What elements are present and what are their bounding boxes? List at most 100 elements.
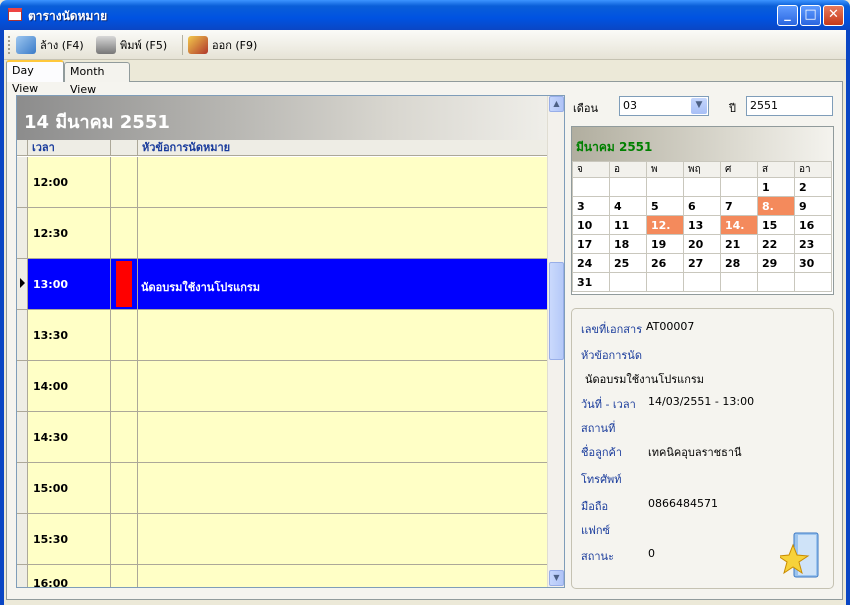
appointment-details: เลขที่เอกสาร AT00007 หัวข้อการนัด นัดอบร… [571,308,834,589]
day-cell[interactable]: 7 [720,196,758,216]
appointment-marker [116,261,132,307]
day-cell[interactable]: 1 [757,177,795,197]
fax-label: แฟกซ์ [581,524,611,537]
time-row-selected[interactable]: 13:00 นัดอบรมใช้งานโปรแกรม [17,259,548,310]
day-cell[interactable]: 21 [720,234,758,254]
year-label: ปี [729,102,736,115]
time-row[interactable]: 13:30 [17,310,548,361]
subject-cell [138,565,548,587]
print-button[interactable]: พิมพ์ (F5) [96,34,167,56]
time-cell: 15:00 [28,463,111,513]
window-title: ตารางนัดหมาย [28,9,108,23]
day-cell[interactable]: 23 [794,234,832,254]
time-row[interactable]: 14:30 [17,412,548,463]
day-cell[interactable]: 22 [757,234,795,254]
day-cell[interactable]: 17 [572,234,610,254]
day-cell[interactable]: 2 [794,177,832,197]
scroll-thumb[interactable] [549,262,564,360]
weekday-label: อา [794,161,832,178]
day-cell[interactable] [609,272,647,292]
marker-column-header[interactable] [111,140,138,156]
day-cell[interactable]: 26 [646,253,684,273]
day-cell[interactable]: 5 [646,196,684,216]
printer-icon [96,36,116,54]
vertical-scrollbar[interactable]: ▲ ▼ [547,96,564,587]
minimize-button[interactable]: _ [777,5,798,26]
time-cell: 13:00 [28,259,111,309]
day-cell-appointment[interactable]: 8. [757,196,795,216]
time-row[interactable]: 12:00 [17,157,548,208]
row-indicator [17,565,28,587]
clear-button[interactable]: ล้าง (F4) [16,34,84,56]
day-cell[interactable]: 30 [794,253,832,273]
row-indicator [17,514,28,564]
maximize-button[interactable]: □ [800,5,821,26]
datetime-value: 14/03/2551 - 13:00 [648,395,755,408]
tab-month-view[interactable]: Month View [64,62,130,96]
day-cell[interactable]: 19 [646,234,684,254]
day-cell[interactable]: 3 [572,196,610,216]
chevron-down-icon[interactable]: ▼ [691,98,707,114]
day-cell[interactable]: 31 [572,272,610,292]
day-cell[interactable]: 15 [757,215,795,235]
day-cell[interactable]: 9 [794,196,832,216]
day-cell[interactable] [794,272,832,292]
time-cell: 15:30 [28,514,111,564]
scroll-up-icon[interactable]: ▲ [549,96,564,112]
time-row[interactable]: 16:00 [17,565,548,587]
day-cell[interactable] [683,177,721,197]
print-label: พิมพ์ (F5) [120,39,168,52]
day-cell[interactable]: 20 [683,234,721,254]
weekday-label: อ [609,161,647,178]
day-cell[interactable]: 18 [609,234,647,254]
day-cell[interactable]: 27 [683,253,721,273]
subject-column-header[interactable]: หัวข้อการนัดหมาย [138,140,548,156]
day-cell[interactable] [646,272,684,292]
day-cell-appointment[interactable]: 12. [646,215,684,235]
scroll-down-icon[interactable]: ▼ [549,570,564,586]
tab-day-view[interactable]: Day View [6,60,64,95]
time-row[interactable]: 12:30 [17,208,548,259]
weekday-label: พฤ [683,161,721,178]
subject-cell [138,463,548,513]
close-button[interactable]: ✕ [823,5,844,26]
phone-label: โทรศัพท์ [581,473,622,486]
day-date-title: 14 มีนาคม 2551 [24,112,170,133]
day-cell-appointment[interactable]: 14. [720,215,758,235]
day-cell[interactable]: 16 [794,215,832,235]
star-book-icon [780,532,819,578]
day-cell[interactable] [720,272,758,292]
day-cell[interactable]: 29 [757,253,795,273]
day-cell[interactable] [609,177,647,197]
day-cell[interactable]: 4 [609,196,647,216]
time-row[interactable]: 14:00 [17,361,548,412]
toolbar-separator [182,35,183,55]
calendar-grid: จ อ พ พฤ ศ ส อา 1 2 3 4 5 6 7 8. 9 10 11… [572,161,832,292]
day-cell[interactable] [720,177,758,197]
day-cell[interactable] [757,272,795,292]
day-cell[interactable]: 11 [609,215,647,235]
time-column-header[interactable]: เวลา [28,140,111,156]
day-cell[interactable]: 24 [572,253,610,273]
calendar-app-icon [8,8,22,21]
weekday-label: ส [757,161,795,178]
row-indicator [17,310,28,360]
day-cell[interactable] [646,177,684,197]
day-cell[interactable]: 13 [683,215,721,235]
day-cell[interactable]: 25 [609,253,647,273]
day-cell[interactable]: 6 [683,196,721,216]
row-indicator [17,259,28,309]
day-cell[interactable] [572,177,610,197]
toolbar-grip[interactable] [8,36,11,54]
current-row-arrow-icon [20,278,25,288]
window-frame-left [0,30,4,605]
day-cell[interactable]: 10 [572,215,610,235]
month-select[interactable]: 03 ▼ [619,96,709,116]
time-row[interactable]: 15:30 [17,514,548,565]
doc-no-label: เลขที่เอกสาร [581,323,643,336]
year-input[interactable]: 2551 [746,96,833,116]
day-cell[interactable]: 28 [720,253,758,273]
time-row[interactable]: 15:00 [17,463,548,514]
exit-button[interactable]: ออก (F9) [188,34,257,56]
day-cell[interactable] [683,272,721,292]
